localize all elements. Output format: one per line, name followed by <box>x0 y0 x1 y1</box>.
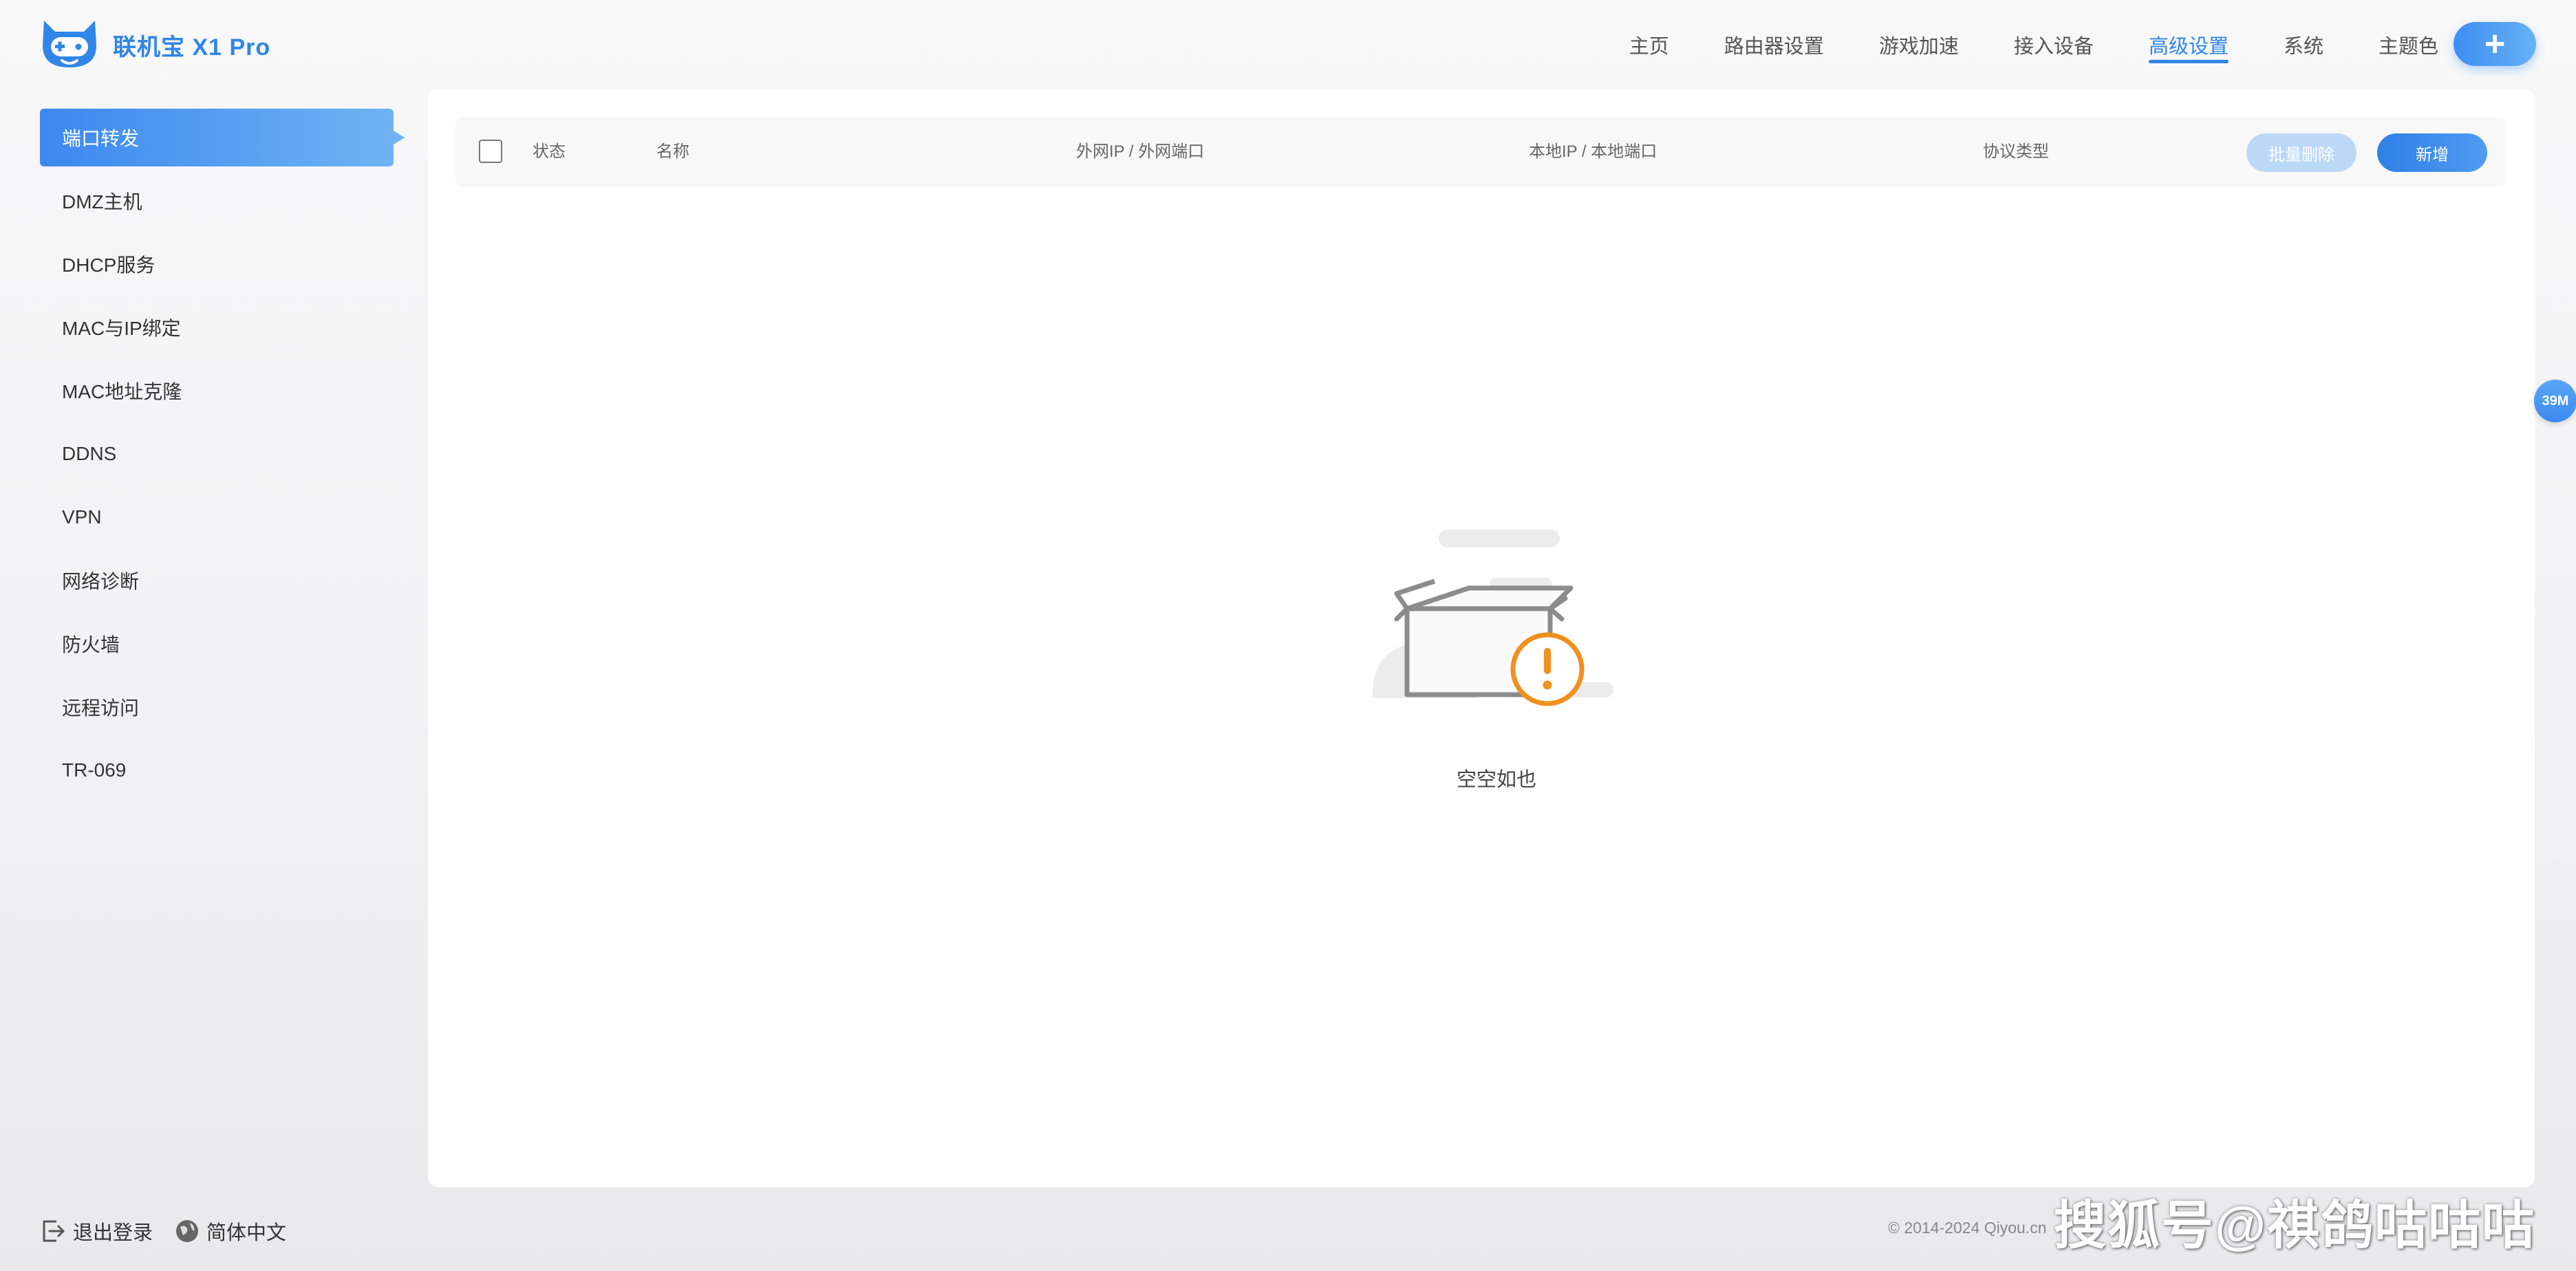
top-header: 联机宝 X1 Pro 主页 路由器设置 游戏加速 接入设备 高级设置 系统 主题… <box>0 0 2576 89</box>
sidebar-item-firewall[interactable]: 防火墙 <box>40 615 398 673</box>
sidebar: 端口转发 DMZ主机 DHCP服务 MAC与IP绑定 MAC地址克隆 DDNS … <box>40 109 405 805</box>
add-button[interactable]: + <box>2454 22 2536 66</box>
brand-name: 联机宝 X1 Pro <box>113 34 271 61</box>
sidebar-item-vpn[interactable]: VPN <box>40 488 398 546</box>
speed-float-badge[interactable]: 39M <box>2534 380 2576 422</box>
column-wan-ip-port: 外网IP / 外网端口 <box>1076 142 1205 161</box>
nav-devices[interactable]: 接入设备 <box>2014 0 2094 89</box>
nav-game-accel[interactable]: 游戏加速 <box>1879 0 1959 89</box>
sidebar-item-dmz[interactable]: DMZ主机 <box>40 172 398 230</box>
table-header: 状态 名称 外网IP / 外网端口 本地IP / 本地端口 协议类型 批量删除 … <box>455 117 2506 187</box>
nav-router-settings[interactable]: 路由器设置 <box>1724 0 1824 89</box>
sidebar-item-port-forwarding[interactable]: 端口转发 <box>40 109 405 166</box>
select-all-checkbox[interactable] <box>479 140 502 163</box>
logout-link[interactable]: 退出登录 <box>40 1217 153 1246</box>
copyright-text: © 2014-2024 Qiyou.cn <box>1888 1219 2047 1237</box>
column-protocol: 协议类型 <box>1983 142 2049 161</box>
globe-icon <box>176 1220 199 1242</box>
sidebar-item-network-diagnosis[interactable]: 网络诊断 <box>40 552 398 609</box>
empty-state: 空空如也 <box>1366 530 1627 792</box>
cat-gamepad-logo-icon <box>43 21 96 67</box>
sidebar-item-dhcp[interactable]: DHCP服务 <box>40 235 398 293</box>
language-label: 简体中文 <box>206 1222 287 1244</box>
column-status: 状态 <box>533 142 566 161</box>
language-switch[interactable]: 简体中文 <box>173 1217 286 1246</box>
logout-label: 退出登录 <box>73 1222 153 1244</box>
sidebar-item-ddns[interactable]: DDNS <box>40 425 398 483</box>
main-panel: 状态 名称 外网IP / 外网端口 本地IP / 本地端口 协议类型 批量删除 … <box>428 89 2535 1187</box>
logout-icon <box>43 1220 65 1242</box>
column-name: 名称 <box>656 142 689 161</box>
sidebar-item-tr069[interactable]: TR-069 <box>40 741 398 799</box>
empty-text: 空空如也 <box>1456 769 1536 791</box>
watermark-text: 搜狐号@祺鸽咕咕咕 <box>2054 1197 2536 1255</box>
sidebar-item-remote-access[interactable]: 远程访问 <box>40 678 398 736</box>
brand[interactable]: 联机宝 X1 Pro <box>39 18 270 72</box>
sidebar-item-mac-ip-binding[interactable]: MAC与IP绑定 <box>40 298 398 356</box>
empty-box-icon <box>1373 530 1613 706</box>
column-local-ip-port: 本地IP / 本地端口 <box>1529 142 1657 161</box>
nav-advanced-settings[interactable]: 高级设置 <box>2148 0 2229 89</box>
new-rule-button[interactable]: 新增 <box>2377 133 2487 172</box>
nav-theme-color[interactable]: 主题色 <box>2379 0 2438 89</box>
main-nav: 主页 路由器设置 游戏加速 接入设备 高级设置 系统 主题色 <box>1574 0 2438 89</box>
footer-left: 退出登录 简体中文 <box>40 1214 307 1248</box>
nav-home[interactable]: 主页 <box>1629 0 1669 89</box>
nav-system[interactable]: 系统 <box>2284 0 2323 89</box>
batch-delete-button[interactable]: 批量删除 <box>2246 133 2357 172</box>
sidebar-item-mac-clone[interactable]: MAC地址克隆 <box>40 362 398 420</box>
